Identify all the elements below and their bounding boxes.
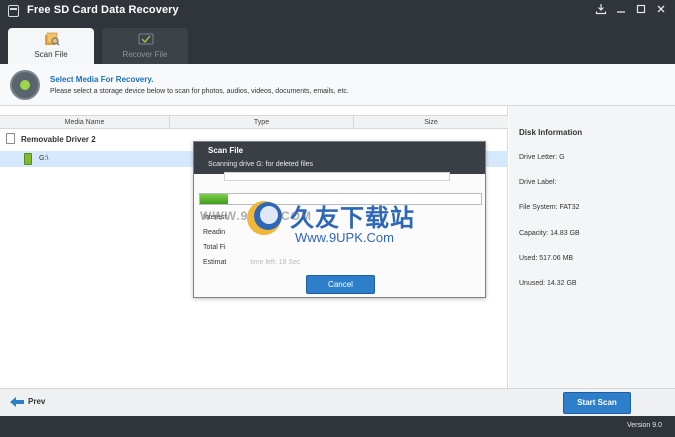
- arrow-left-icon: [10, 397, 24, 407]
- dialog-subtitle: Scanning drive G: for deleted files: [208, 161, 314, 168]
- instruction-bar: Select Media For Recovery. Please select…: [0, 64, 675, 106]
- drive-label: Drive Label:: [519, 179, 557, 186]
- grid-header: Media Name Type Size: [0, 115, 508, 129]
- device-group-icon: [6, 133, 15, 144]
- minimize-icon[interactable]: [614, 3, 628, 17]
- used-space: Used: 517.06 MB: [519, 255, 574, 262]
- recover-file-icon: [138, 32, 154, 46]
- device-group-label: Removable Driver 2: [21, 135, 96, 144]
- sd-card-icon: [24, 153, 32, 165]
- capacity: Capacity: 14.83 GB: [519, 230, 580, 237]
- dialog-title-bar: Scan File Scanning drive G: for deleted …: [194, 142, 485, 174]
- app-icon: [8, 5, 19, 17]
- tab-recover-file[interactable]: Recover File: [102, 28, 188, 64]
- version-label: Version 9.0: [626, 422, 662, 429]
- download-icon[interactable]: [594, 3, 608, 17]
- close-icon[interactable]: [654, 3, 668, 17]
- file-system: File System: FAT32: [519, 204, 580, 211]
- status-bar: Version 9.0: [0, 416, 675, 437]
- window-title: Free SD Card Data Recovery: [27, 4, 179, 16]
- disk-icon: [10, 70, 40, 100]
- title-bar: Free SD Card Data Recovery: [0, 0, 675, 22]
- dialog-field-label: Total Fi: [203, 244, 226, 251]
- scan-progress-bar: [199, 193, 482, 205]
- dialog-status-track: [224, 172, 450, 181]
- dialog-field-label: Estimat: [203, 259, 227, 266]
- cancel-button[interactable]: Cancel: [306, 275, 375, 294]
- scan-file-icon: [44, 32, 60, 46]
- dialog-title: Scan File: [208, 146, 244, 155]
- tab-scan-file[interactable]: Scan File: [8, 28, 94, 64]
- tab-bar: Scan File Recover File: [0, 22, 675, 64]
- disk-info-panel: Disk Information Drive Letter: G Drive L…: [509, 106, 675, 388]
- dialog-field-estimated: Estimat time left: 18 Sec: [203, 259, 301, 266]
- action-bar: Prev Start Scan: [0, 388, 675, 416]
- restore-icon[interactable]: [634, 3, 648, 17]
- unused-space: Unused: 14.32 GB: [519, 280, 577, 287]
- dialog-field-total: Total Fi: [203, 244, 226, 251]
- dialog-field-label: Readin: [203, 229, 226, 236]
- column-type[interactable]: Type: [170, 116, 354, 129]
- tab-recover-file-label: Recover File: [122, 50, 168, 59]
- drive-letter: Drive Letter: G: [519, 154, 565, 161]
- disk-info-heading: Disk Information: [519, 128, 583, 137]
- instruction-text: Please select a storage device below to …: [50, 88, 349, 95]
- scan-progress-fill: [200, 194, 229, 204]
- scan-dialog: Scan File Scanning drive G: for deleted …: [193, 141, 486, 298]
- dialog-field-reading: Readin: [203, 229, 225, 236]
- drive-name: G:\: [39, 155, 49, 162]
- prev-label: Prev: [28, 397, 46, 406]
- start-scan-button[interactable]: Start Scan: [563, 392, 631, 414]
- column-media-name[interactable]: Media Name: [0, 116, 170, 129]
- instruction-heading: Select Media For Recovery.: [50, 75, 154, 84]
- dialog-field-value: time left: 18 Sec: [250, 259, 301, 266]
- tab-scan-file-label: Scan File: [34, 50, 68, 59]
- dialog-field-label: Interest: [203, 214, 227, 221]
- dialog-field-interest: Interest: [203, 214, 226, 221]
- column-size[interactable]: Size: [354, 116, 508, 129]
